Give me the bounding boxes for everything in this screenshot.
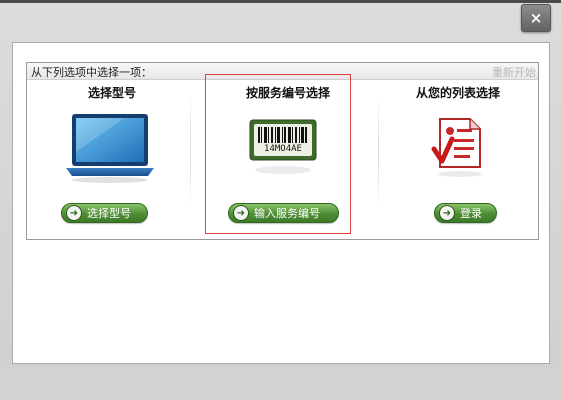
arrow-right-icon: ➜ <box>66 205 82 221</box>
select-model-button[interactable]: ➜ 选择型号 <box>61 203 148 223</box>
option-title-model: 选择型号 <box>87 86 136 100</box>
login-button-label: 登录 <box>460 207 482 220</box>
column-divider <box>190 93 191 208</box>
option-title-from-list: 从您的列表选择 <box>415 86 500 100</box>
document-check-icon <box>431 118 482 177</box>
selected-option-highlight <box>205 74 351 234</box>
login-button[interactable]: ➜ 登录 <box>434 203 497 223</box>
page-bottom-area <box>0 368 561 400</box>
select-model-button-label: 选择型号 <box>87 207 131 220</box>
option-from-list: 从您的列表选择 ➜ 登录 <box>373 80 543 238</box>
option-select-model: 选择型号 ➜ 选择型号 <box>27 80 197 238</box>
close-button[interactable]: × <box>521 4 551 32</box>
close-icon: × <box>529 9 543 27</box>
restart-link[interactable]: 重新开始 <box>492 64 536 80</box>
laptop-icon <box>66 114 154 183</box>
prompt-text: 从下列选项中选择一项： <box>31 66 152 79</box>
arrow-right-icon: ➜ <box>439 205 455 221</box>
